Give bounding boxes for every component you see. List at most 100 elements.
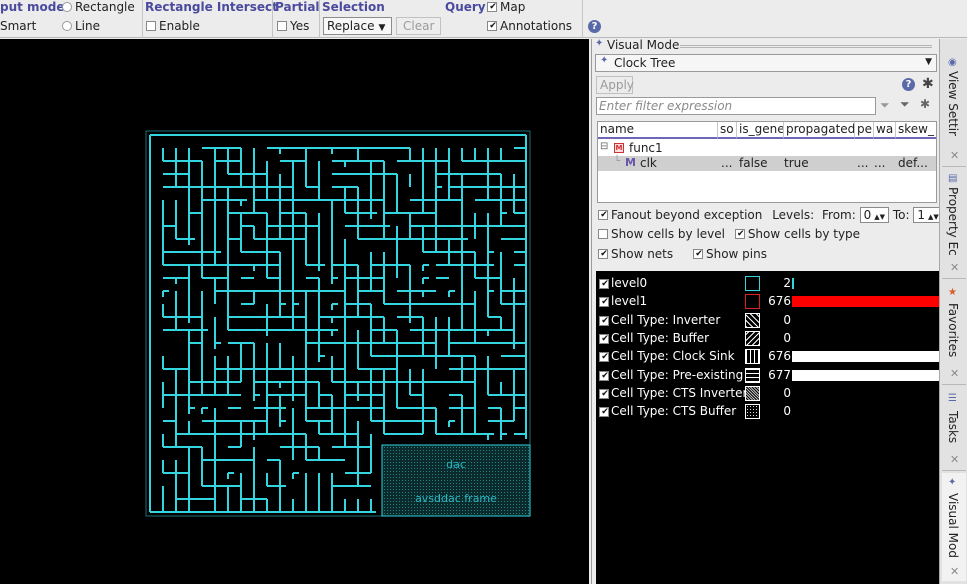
filter-icon[interactable]: ⏷ xyxy=(880,98,890,113)
filter-input[interactable]: Enter filter expression xyxy=(596,97,876,115)
cts-buffer-swatch-icon[interactable] xyxy=(745,404,760,420)
preexisting-swatch-icon[interactable] xyxy=(745,367,760,383)
legend-row-checkbox[interactable] xyxy=(599,333,610,344)
show-cells-by-type-checkbox[interactable]: Show cells by type xyxy=(734,227,860,241)
legend-row-count: 0 xyxy=(783,312,791,327)
property-editor-icon: ▤ xyxy=(948,173,958,184)
tree-row-func1[interactable]: ⊟ M func1 xyxy=(598,141,936,156)
show-cells-by-level-checkbox[interactable]: Show cells by level xyxy=(598,227,725,241)
show-nets-checkbox[interactable]: Show nets xyxy=(598,247,673,261)
checkbox-icon xyxy=(598,229,608,239)
legend-row-checkbox[interactable] xyxy=(599,315,610,326)
legend-row: Cell Type: Pre-existing 677 xyxy=(596,366,940,384)
input-mode-title: put mode xyxy=(0,0,65,14)
macro-name-label: dac xyxy=(446,458,466,471)
column-header-name[interactable]: name xyxy=(598,122,718,139)
tree-row-clk[interactable]: └ M clk ... false true ... ... def... xyxy=(598,156,936,171)
level1-swatch-icon[interactable] xyxy=(745,294,760,310)
legend-row-count: 676 xyxy=(768,349,791,364)
selection-mode-value: Replace xyxy=(327,19,375,33)
column-header-period[interactable]: pe xyxy=(855,122,874,139)
legend-row-label: level1 xyxy=(611,294,648,309)
legend-row-count: 2 xyxy=(783,276,791,290)
inverter-swatch-icon[interactable] xyxy=(745,312,760,328)
rectangle-radio[interactable]: Rectangle xyxy=(62,0,135,14)
macro-frame-label: avsddac.frame xyxy=(415,492,497,505)
smart-radio[interactable]: Smart xyxy=(0,19,36,33)
legend-row: level0 2 xyxy=(596,274,940,292)
help-icon[interactable]: ? xyxy=(588,20,601,33)
query-title: Query xyxy=(445,0,486,14)
tree-cell-period: ... xyxy=(857,156,869,170)
column-header-is-generated[interactable]: is_gene xyxy=(737,122,784,139)
layout-canvas[interactable]: dac avsddac.frame xyxy=(0,39,589,584)
column-header-waveform[interactable]: wa xyxy=(874,122,896,139)
line-radio-label: Line xyxy=(75,19,101,33)
apply-button[interactable]: Apply xyxy=(596,76,634,94)
line-radio[interactable]: Line xyxy=(62,19,100,33)
query-group: Query Map Annotations xyxy=(443,0,583,38)
partial-title: Partial xyxy=(275,0,320,14)
close-icon[interactable]: ✕ xyxy=(950,149,959,162)
level0-swatch-icon[interactable] xyxy=(745,276,760,291)
clear-button[interactable]: Clear xyxy=(396,17,442,35)
legend-row: Cell Type: CTS Inverter 0 xyxy=(596,384,940,402)
column-header-propagated[interactable]: propagated xyxy=(784,122,855,139)
gear-icon[interactable]: ✱ xyxy=(922,76,934,92)
checkbox-icon xyxy=(734,229,746,239)
tasks-icon: ☰ xyxy=(948,393,957,404)
enable-label: Enable xyxy=(159,19,200,33)
close-icon[interactable]: ✕ xyxy=(950,565,959,578)
panel-header: ✦ Visual Mode xyxy=(592,38,940,53)
tab-property-editor[interactable]: ▤ Property Ec ✕ xyxy=(942,169,966,279)
buffer-swatch-icon[interactable] xyxy=(745,330,760,346)
cts-inverter-swatch-icon[interactable] xyxy=(745,385,760,401)
column-header-source[interactable]: so xyxy=(718,122,737,139)
legend-row-bar xyxy=(792,351,940,363)
checkbox-icon xyxy=(598,249,609,259)
tab-visual-mode[interactable]: ✦ Visual Mod ✕ xyxy=(942,473,966,581)
legend-row: Cell Type: Buffer 0 xyxy=(596,329,940,347)
chevron-down-icon: ▼ xyxy=(925,57,932,67)
legend-row-checkbox[interactable] xyxy=(599,370,610,381)
help-icon[interactable]: ? xyxy=(902,78,915,91)
legend-table: level02level1676Cell Type: Inverter0Cell… xyxy=(596,271,940,584)
close-icon[interactable]: ✕ xyxy=(950,261,959,274)
tree-cell-waveform: ... xyxy=(874,156,886,170)
fanout-checkbox[interactable]: Fanout beyond exception xyxy=(598,208,762,222)
tab-view-settings[interactable]: ◉ View Settir ✕ xyxy=(942,41,966,167)
rect-intersect-group: Rectangle Intersect Enable xyxy=(142,0,278,38)
legend-row-bar xyxy=(792,296,940,308)
filter-settings-icon[interactable]: ✱ xyxy=(920,97,930,111)
tab-favorites[interactable]: ★ Favorites ✕ xyxy=(942,281,966,385)
close-icon[interactable]: ✕ xyxy=(950,367,959,380)
selection-mode-dropdown[interactable]: Replace ▼ xyxy=(323,17,392,35)
mode-dropdown[interactable]: ✦ Clock Tree ▼ xyxy=(595,54,937,72)
map-checkbox[interactable]: Map xyxy=(487,0,525,14)
enable-checkbox[interactable]: Enable xyxy=(146,19,200,33)
to-level-value: 1 xyxy=(917,208,926,222)
from-level-stepper[interactable]: 0 ▲▼ xyxy=(859,207,890,223)
filter-options-icon[interactable]: ⏷ xyxy=(900,97,910,112)
column-header-skew[interactable]: skew_ xyxy=(896,122,936,139)
close-icon[interactable]: ✕ xyxy=(950,453,959,466)
legend-row: Cell Type: CTS Buffer 0 xyxy=(596,402,940,420)
partial-yes-label: Yes xyxy=(290,19,310,33)
panel-drag-handle[interactable] xyxy=(680,45,932,48)
legend-row-checkbox[interactable] xyxy=(599,407,610,418)
legend-row-checkbox[interactable] xyxy=(599,279,610,289)
from-level-value: 0 xyxy=(863,208,872,222)
legend-row-label: Cell Type: CTS Inverter xyxy=(611,385,748,400)
show-pins-checkbox[interactable]: Show pins xyxy=(692,247,767,261)
legend-row-checkbox[interactable] xyxy=(599,388,610,399)
sink-swatch-icon[interactable] xyxy=(745,349,760,365)
collapse-icon[interactable]: ⊟ xyxy=(600,141,608,152)
tab-tasks[interactable]: ☰ Tasks ✕ xyxy=(942,387,966,471)
legend-row-checkbox[interactable] xyxy=(599,297,610,308)
annotations-checkbox[interactable]: Annotations xyxy=(487,19,572,33)
rectangle-radio-label: Rectangle xyxy=(75,0,135,14)
clock-tree-table[interactable]: name so is_gene propagated pe wa skew_ ⊟… xyxy=(597,121,937,203)
legend-row-checkbox[interactable] xyxy=(599,352,610,363)
partial-yes-checkbox[interactable]: Yes xyxy=(277,19,309,33)
tab-favorites-label: Favorites xyxy=(946,303,960,358)
